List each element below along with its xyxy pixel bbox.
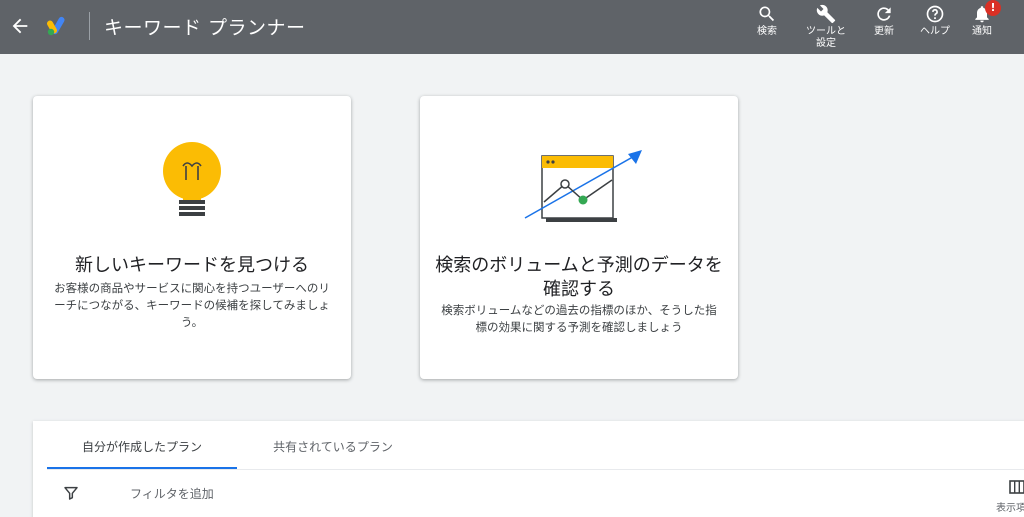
add-filter-button[interactable]: フィルタを追加 [130, 485, 214, 502]
columns-label[interactable]: 表示項目 [996, 499, 1024, 514]
tab-divider [47, 469, 1024, 470]
card-title: 検索のボリュームと予測のデータを確認する [435, 255, 723, 300]
forecast-data-card[interactable]: 検索のボリュームと予測のデータを確認する 検索ボリュームなどの過去の指標のほか、… [420, 96, 738, 379]
card-description: お客様の商品やサービスに関心を持つユーザーへのリーチにつながる、キーワードの候補… [54, 281, 330, 329]
notifications-label: 通知 [972, 26, 992, 37]
tools-label-line1: ツールと [806, 26, 846, 37]
tools-settings-button[interactable]: ツールと 設定 [796, 4, 856, 52]
wrench-icon [816, 4, 836, 24]
tab-my-plans[interactable]: 自分が作成したプラン [47, 421, 237, 469]
tools-label-line2: 設定 [816, 38, 836, 49]
chart-window-icon [420, 136, 738, 226]
discover-keywords-card[interactable]: 新しいキーワードを見つける お客様の商品やサービスに関心を持つユーザーへのリーチ… [33, 96, 351, 379]
top-app-bar: キーワード プランナー 検索 ツールと 設定 更新 ヘルプ ! 通知 [0, 0, 1024, 54]
notification-badge: ! [985, 0, 1001, 16]
notifications-button[interactable]: ! 通知 [952, 0, 1012, 52]
back-arrow-icon[interactable] [9, 15, 31, 37]
plans-panel: 自分が作成したプラン 共有されているプラン フィルタを追加 表示項目 [33, 421, 1024, 517]
search-icon [759, 6, 775, 22]
page-title: キーワード プランナー [104, 17, 306, 39]
google-ads-logo [47, 16, 69, 36]
tab-shared-plans[interactable]: 共有されているプラン [243, 421, 423, 469]
header-divider [89, 12, 90, 40]
search-button[interactable]: 検索 [737, 4, 797, 52]
card-description: 検索ボリュームなどの過去の指標のほか、そうした指標の効果に関する予測を確認しまし… [441, 303, 717, 334]
filter-icon[interactable] [63, 485, 79, 501]
columns-icon[interactable] [1009, 479, 1024, 494]
search-label: 検索 [757, 26, 777, 37]
lightbulb-icon [33, 136, 351, 226]
refresh-icon [877, 7, 891, 21]
card-title: 新しいキーワードを見つける [75, 255, 309, 276]
help-icon [926, 5, 944, 23]
